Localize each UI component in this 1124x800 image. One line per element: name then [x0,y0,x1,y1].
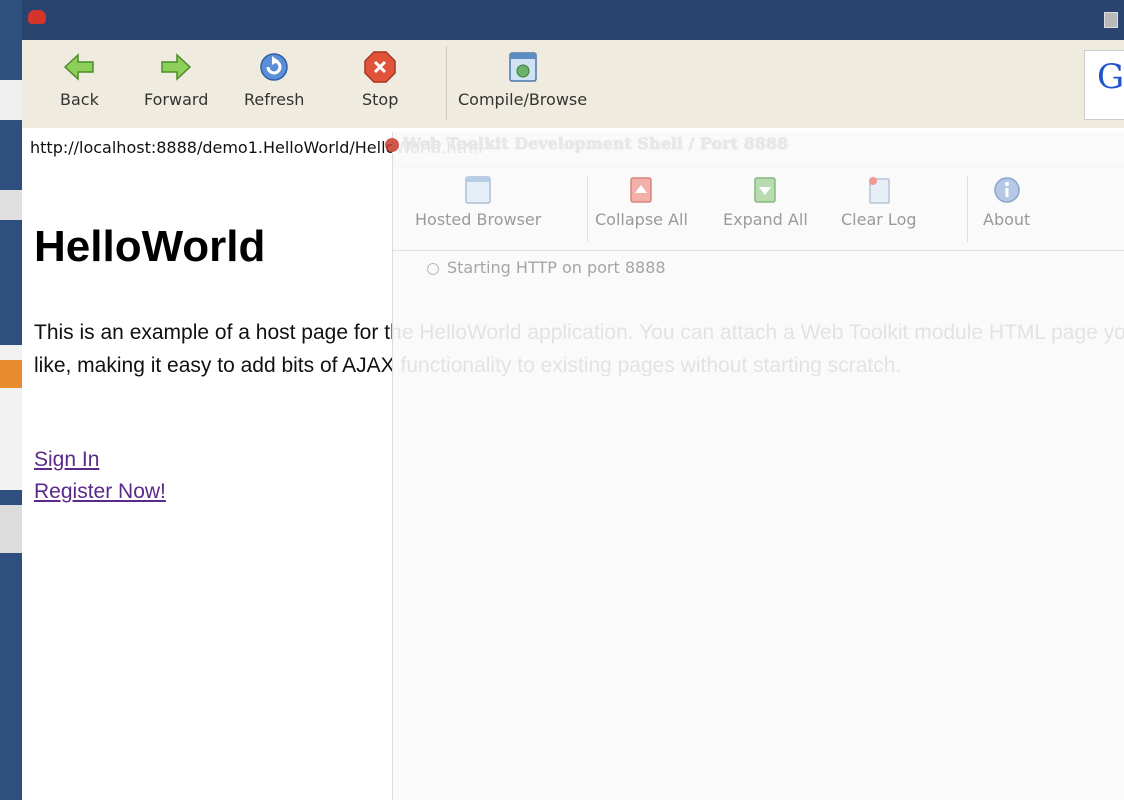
about-button[interactable]: About [983,174,1030,229]
stop-icon [364,51,396,83]
clear-log-icon [868,177,890,204]
back-label: Back [60,90,99,109]
forward-button[interactable]: Forward [144,50,208,109]
collapse-all-icon [630,177,653,203]
clear-log-button[interactable]: Clear Log [841,174,917,229]
hosted-browser-icon [465,176,491,204]
browser-toolbar: Back Forward Refresh Stop Compile/Browse… [22,40,1124,129]
back-arrow-icon [64,53,95,81]
google-logo-badge: G [1084,50,1124,120]
google-logo-letter: G [1097,57,1124,97]
window-control-button[interactable] [1104,12,1118,28]
hosted-browser-label: Hosted Browser [415,210,542,229]
refresh-label: Refresh [244,90,305,109]
log-entry-text: Starting HTTP on port 8888 [447,258,666,277]
clear-log-label: Clear Log [841,210,917,229]
expand-all-label: Expand All [723,210,808,229]
browser-window: Back Forward Refresh Stop Compile/Browse… [22,0,1124,800]
expand-all-icon [754,177,777,203]
desktop-window-edge [0,80,22,120]
collapse-all-label: Collapse All [595,210,688,229]
refresh-icon [260,53,288,81]
info-icon [993,177,1020,203]
desktop-window-edge [0,505,22,553]
shell-toolbar-separator [967,176,968,242]
window-titlebar [22,0,1124,40]
shell-toolbar: Hosted Browser Collapse All Expand All C… [393,168,1124,251]
log-tree[interactable] [393,250,1124,800]
compile-browse-button[interactable]: Compile/Browse [458,50,587,109]
collapse-all-button[interactable]: Collapse All [595,174,688,229]
desktop-left-strip [0,0,22,800]
app-icon [28,10,46,24]
compile-browse-icon [508,52,537,82]
log-entry[interactable]: Starting HTTP on port 8888 [427,258,666,277]
shell-toolbar-separator [587,176,588,242]
page-content: HelloWorld This is an example of a host … [22,166,1124,800]
forward-arrow-icon [161,53,192,81]
forward-label: Forward [144,90,209,109]
about-label: About [983,210,1031,229]
page-title: HelloWorld [34,222,266,271]
desktop-window-edge [0,190,22,220]
desktop-orange-tab [0,360,22,388]
sign-in-link[interactable]: Sign In [34,448,99,472]
compile-browse-label: Compile/Browse [458,90,588,109]
refresh-button[interactable]: Refresh [244,50,304,109]
toolbar-separator [446,46,447,120]
shell-app-icon [385,138,399,152]
log-bullet-icon [427,262,439,275]
stop-button[interactable]: Stop [362,50,398,109]
back-button[interactable]: Back [60,50,99,109]
stop-label: Stop [362,90,399,109]
shell-title: Web Toolkit Development Shell / Port 888… [403,134,789,153]
hosted-browser-button[interactable]: Hosted Browser [415,174,541,229]
expand-all-button[interactable]: Expand All [723,174,808,229]
development-shell-window: Web Toolkit Development Shell / Port 888… [385,132,1124,800]
register-now-link[interactable]: Register Now! [34,480,166,504]
